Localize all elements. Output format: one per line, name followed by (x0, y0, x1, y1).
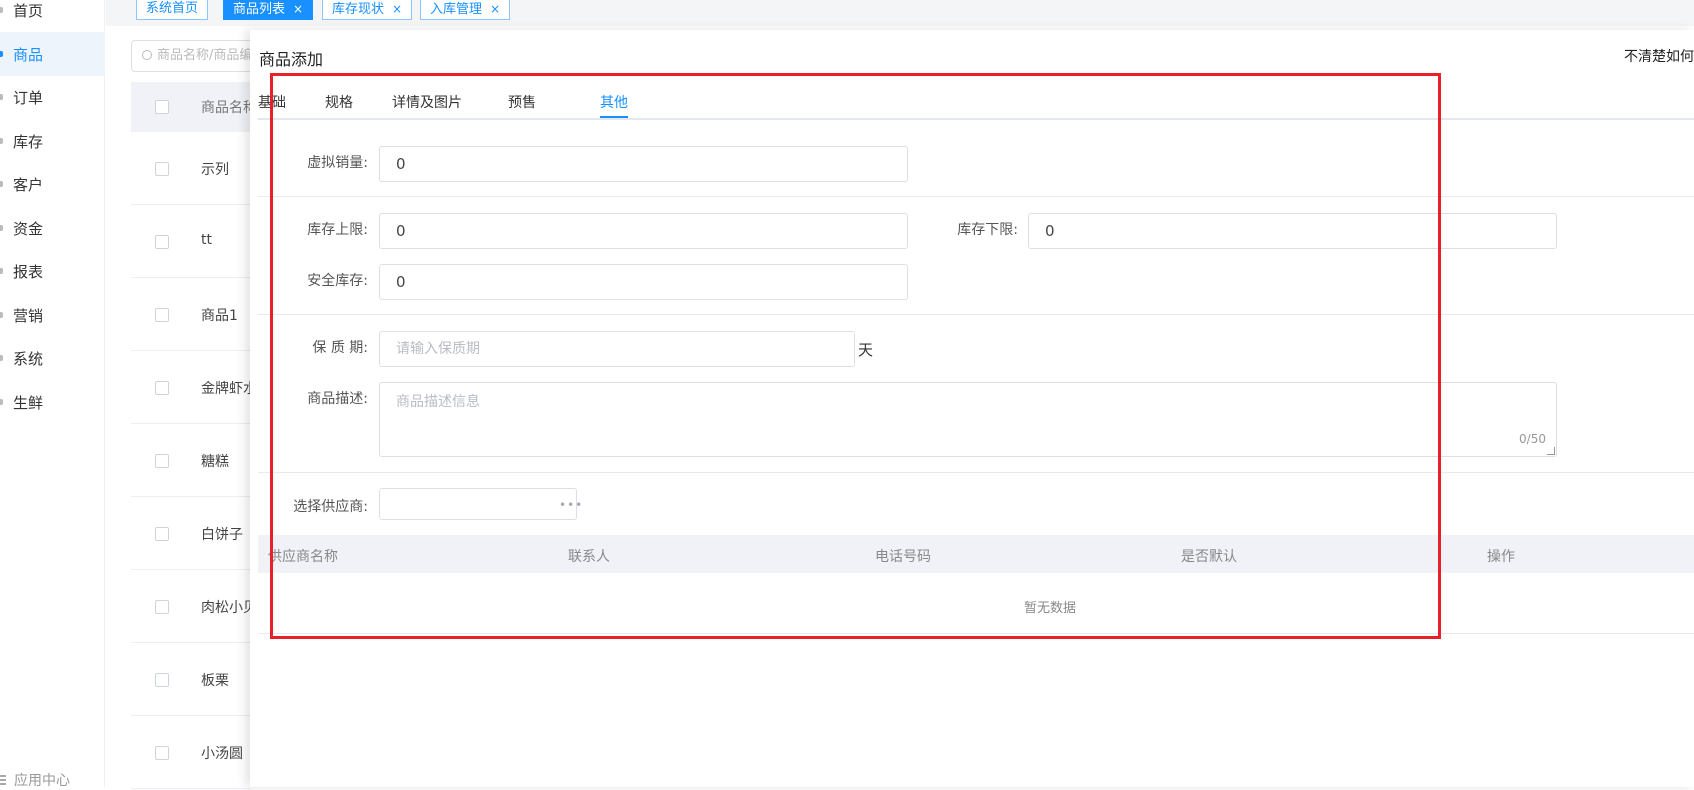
sidebar-item-inventory[interactable]: 库存 (0, 119, 105, 163)
col-contact: 联系人 (568, 549, 610, 565)
row-checkbox[interactable] (155, 673, 169, 687)
col-phone: 电话号码 (875, 549, 931, 565)
sidebar: 首页 商品 订单 库存 客户 资金 报表 营销 系统 生鲜 应用中心 (0, 0, 105, 790)
row-checkbox[interactable] (155, 162, 169, 176)
virtual-sales-label: 虚拟销量: (307, 155, 368, 171)
tab-system-home[interactable]: 系统首页 (136, 0, 209, 20)
active-tab-indicator (600, 116, 628, 118)
row-checkbox[interactable] (155, 235, 169, 249)
sidebar-app-center[interactable]: 应用中心 (0, 770, 70, 790)
sidebar-item-system[interactable]: 系统 (0, 336, 105, 380)
tab-spec[interactable]: 规格 (325, 92, 353, 112)
search-icon (142, 50, 152, 60)
table-row[interactable]: 板栗 (131, 643, 251, 716)
col-supplier-name: 供应商名称 (268, 549, 338, 565)
divider (258, 633, 1694, 634)
sidebar-item-customers[interactable]: 客户 (0, 162, 105, 206)
sidebar-item-home[interactable]: 首页 (0, 0, 105, 32)
close-icon[interactable]: × (490, 2, 500, 16)
table-row[interactable]: 示列 (131, 132, 251, 205)
row-checkbox[interactable] (155, 746, 169, 760)
col-default: 是否默认 (1181, 549, 1237, 565)
sidebar-item-funds[interactable]: 资金 (0, 206, 105, 250)
stock-upper-input[interactable]: 0 (379, 213, 908, 249)
safety-stock-input[interactable]: 0 (379, 264, 908, 300)
sidebar-item-reports[interactable]: 报表 (0, 249, 105, 293)
shelf-life-label: 保 质 期: (312, 340, 368, 356)
table-row[interactable]: 商品1 (131, 278, 251, 351)
table-row[interactable]: 肉松小贝 (131, 570, 253, 643)
row-checkbox[interactable] (155, 308, 169, 322)
more-icon[interactable]: ••• (559, 499, 583, 511)
tab-basic[interactable]: 基础 (258, 92, 286, 112)
close-icon[interactable]: × (293, 2, 303, 16)
safety-stock-label: 安全库存: (307, 273, 368, 289)
shelf-life-unit: 天 (858, 341, 874, 359)
supplier-select-label: 选择供应商: (293, 499, 368, 515)
tab-presale[interactable]: 预售 (508, 92, 536, 112)
description-textarea[interactable]: 商品描述信息 0/50 (379, 382, 1557, 457)
supplier-select-input[interactable] (379, 488, 577, 520)
empty-state-text: 暂无数据 (1024, 601, 1077, 616)
tab-inbound[interactable]: 入库管理 × (420, 0, 511, 20)
product-search-input[interactable]: 商品名称/商品编 (131, 40, 261, 72)
table-row[interactable]: 小汤圆 (131, 716, 251, 789)
row-checkbox[interactable] (155, 381, 169, 395)
row-checkbox[interactable] (155, 527, 169, 541)
resize-handle-icon[interactable] (1547, 447, 1555, 455)
tab-stock-status[interactable]: 库存现状 × (322, 0, 413, 20)
stock-lower-label: 库存下限: (957, 222, 1018, 238)
sidebar-item-fresh[interactable]: 生鲜 (0, 380, 105, 424)
divider (258, 314, 1694, 315)
table-row[interactable]: tt (131, 205, 251, 278)
sidebar-item-orders[interactable]: 订单 (0, 75, 105, 119)
tab-other[interactable]: 其他 (600, 92, 628, 112)
row-checkbox[interactable] (155, 454, 169, 468)
stock-lower-input[interactable]: 0 (1028, 213, 1557, 249)
col-actions: 操作 (1487, 549, 1515, 565)
product-add-drawer: 商品添加 不清楚如何 基础 规格 详情及图片 预售 其他 虚拟销量: 0 库存上… (250, 30, 1694, 787)
table-row[interactable]: 白饼子 (131, 497, 251, 570)
stock-upper-label: 库存上限: (307, 222, 368, 238)
shelf-life-input[interactable]: 请输入保质期 (379, 331, 855, 367)
supplier-table-header: 供应商名称 联系人 电话号码 是否默认 操作 (258, 535, 1694, 573)
virtual-sales-input[interactable]: 0 (379, 146, 908, 182)
divider (258, 472, 1694, 473)
product-table-header: 商品名称 (131, 82, 253, 132)
row-checkbox[interactable] (155, 600, 169, 614)
grid-icon (0, 775, 6, 785)
close-icon[interactable]: × (392, 2, 402, 16)
divider (258, 196, 1694, 197)
char-counter: 0/50 (1519, 432, 1546, 446)
description-label: 商品描述: (307, 391, 368, 407)
tags-bar: 系统首页 商品列表 × 库存现状 × 入库管理 × (106, 0, 1694, 26)
sidebar-item-marketing[interactable]: 营销 (0, 293, 105, 337)
tab-product-list[interactable]: 商品列表 × (223, 0, 314, 20)
table-row[interactable]: 金牌虾水饺 (131, 351, 253, 424)
form-tabs: 基础 规格 详情及图片 预售 其他 (258, 80, 1694, 120)
select-all-checkbox[interactable] (155, 100, 169, 114)
table-row[interactable]: 糖糕 (131, 424, 251, 497)
tab-details-images[interactable]: 详情及图片 (392, 92, 462, 112)
sidebar-item-products[interactable]: 商品 (0, 32, 105, 76)
drawer-title: 商品添加 (259, 50, 324, 69)
help-link[interactable]: 不清楚如何 (1624, 46, 1694, 66)
